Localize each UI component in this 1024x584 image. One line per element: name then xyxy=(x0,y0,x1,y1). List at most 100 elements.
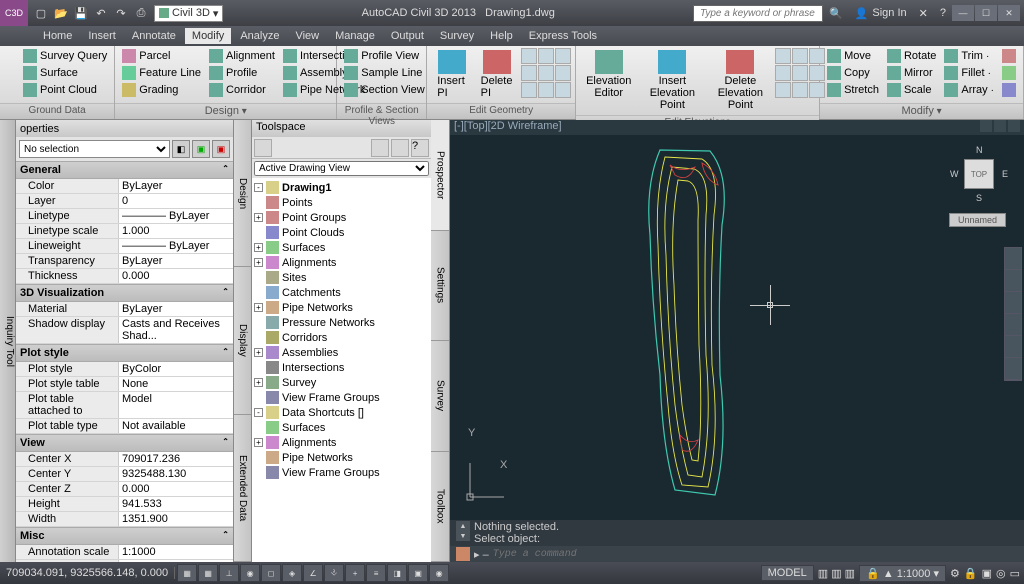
infocenter-search[interactable] xyxy=(693,5,823,22)
elev-tools[interactable] xyxy=(775,48,825,98)
elev-editor-button[interactable]: Elevation Editor xyxy=(580,48,637,101)
ts-help-icon[interactable]: ? xyxy=(411,139,429,157)
sampleline-button[interactable]: Sample Line xyxy=(341,65,427,81)
featureline-button[interactable]: Feature Line xyxy=(119,65,204,81)
ts-btn3[interactable] xyxy=(391,139,409,157)
exchange-icon[interactable]: ✕ xyxy=(919,7,928,20)
expand-icon[interactable]: - xyxy=(254,408,263,417)
tree-node[interactable]: +Alignments xyxy=(254,435,429,450)
surface-button[interactable]: Surface xyxy=(20,65,110,81)
drawing-tree[interactable]: -Drawing1Points+Point GroupsPoint Clouds… xyxy=(252,178,431,562)
lock-icon[interactable]: 🔒 xyxy=(964,567,978,580)
navigation-bar[interactable] xyxy=(1004,247,1022,381)
coordinates[interactable]: 709034.091, 9325566.148, 0.000 xyxy=(0,567,175,579)
expand-icon[interactable]: + xyxy=(254,213,263,222)
parcel-button[interactable]: Parcel xyxy=(119,48,204,64)
selection-dropdown[interactable]: No selection xyxy=(19,140,170,158)
tab-survey[interactable]: Survey xyxy=(433,28,481,44)
tree-node[interactable]: Point Clouds xyxy=(254,225,429,240)
corridor-button[interactable]: Corridor xyxy=(206,82,278,98)
grading-button[interactable]: Grading xyxy=(119,82,204,98)
tree-node[interactable]: View Frame Groups xyxy=(254,390,429,405)
expand-icon[interactable]: + xyxy=(254,348,263,357)
prop-category[interactable]: General⌃ xyxy=(16,161,233,179)
prop-row[interactable]: Linetype scale1.000 xyxy=(16,224,233,239)
scale-button[interactable]: Scale xyxy=(884,82,939,98)
group-modify[interactable]: Modify ▾ xyxy=(820,103,1023,119)
prop-category[interactable]: Plot style⌃ xyxy=(16,344,233,362)
trim-button[interactable]: Trim · xyxy=(941,48,997,64)
ext-tab-extdata[interactable]: Extended Data xyxy=(234,415,251,562)
pickadd-icon[interactable]: ▣ xyxy=(212,140,230,158)
geom-tools[interactable] xyxy=(521,48,571,98)
tpy-toggle[interactable]: ◨ xyxy=(387,564,407,582)
prop-row[interactable]: ColorByLayer xyxy=(16,179,233,194)
prop-row[interactable]: Shadow displayCasts and Receives Shad... xyxy=(16,317,233,344)
ortho-toggle[interactable]: ⊥ xyxy=(219,564,239,582)
viewcube[interactable]: N S E W TOP xyxy=(952,147,1006,201)
ts-btn2[interactable] xyxy=(371,139,389,157)
expand-icon[interactable]: + xyxy=(254,438,263,447)
workspace-icon[interactable]: ⚙ xyxy=(950,567,960,580)
ts-tab-toolbox[interactable]: Toolbox xyxy=(431,452,449,563)
tree-node[interactable]: Surfaces xyxy=(254,420,429,435)
expand-icon[interactable]: + xyxy=(254,303,263,312)
otrack-toggle[interactable]: ∠ xyxy=(303,564,323,582)
tree-node[interactable]: Points xyxy=(254,195,429,210)
prop-category[interactable]: 3D Visualization⌃ xyxy=(16,284,233,302)
ucs-name[interactable]: Unnamed xyxy=(949,213,1006,227)
prop-category[interactable]: Misc⌃ xyxy=(16,527,233,545)
tab-home[interactable]: Home xyxy=(36,28,79,44)
help-icon[interactable]: ? xyxy=(940,7,946,19)
command-input[interactable] xyxy=(493,549,1018,560)
3dosnap-toggle[interactable]: ◈ xyxy=(282,564,302,582)
prop-row[interactable]: Plot table typeNot available xyxy=(16,419,233,434)
tree-node[interactable]: +Pipe Networks xyxy=(254,300,429,315)
layout-icons[interactable]: ▥ ▥ ▥ xyxy=(818,567,855,580)
tree-node[interactable]: +Assemblies xyxy=(254,345,429,360)
tab-view[interactable]: View xyxy=(288,28,326,44)
mirror-button[interactable]: Mirror xyxy=(884,65,939,81)
tab-express[interactable]: Express Tools xyxy=(522,28,604,44)
prop-category[interactable]: View⌃ xyxy=(16,434,233,452)
polar-toggle[interactable]: ◉ xyxy=(240,564,260,582)
search-icon[interactable]: 🔍 xyxy=(829,7,843,20)
deletepi-button[interactable]: Delete PI xyxy=(475,48,519,101)
insertpi-button[interactable]: Insert PI xyxy=(431,48,472,101)
save-icon[interactable]: 💾 xyxy=(72,4,90,22)
signin-button[interactable]: 👤 Sign In xyxy=(855,7,907,20)
isolate-icon[interactable]: ◎ xyxy=(996,567,1006,580)
prop-row[interactable]: Center X709017.236 xyxy=(16,452,233,467)
alignment-button[interactable]: Alignment xyxy=(206,48,278,64)
stretch-button[interactable]: Stretch xyxy=(824,82,882,98)
vp-close-icon[interactable] xyxy=(1008,120,1020,132)
lwt-toggle[interactable]: ≡ xyxy=(366,564,386,582)
tree-node[interactable]: -Data Shortcuts [] xyxy=(254,405,429,420)
prop-row[interactable]: Plot styleByColor xyxy=(16,362,233,377)
ducs-toggle[interactable]: ⎀ xyxy=(324,564,344,582)
ext-tab-design[interactable]: Design xyxy=(234,120,251,267)
prop-row[interactable]: Height941.533 xyxy=(16,497,233,512)
prop-row[interactable]: Annotation scale1:1000 xyxy=(16,545,233,560)
tree-node[interactable]: Pipe Networks xyxy=(254,450,429,465)
minimize-icon[interactable]: — xyxy=(952,5,974,21)
tab-modify[interactable]: Modify xyxy=(185,28,231,44)
ts-tab-prospector[interactable]: Prospector xyxy=(431,120,449,231)
prop-row[interactable]: Width1351.900 xyxy=(16,512,233,527)
expand-icon[interactable]: - xyxy=(254,183,263,192)
prop-row[interactable]: Center Z0.000 xyxy=(16,482,233,497)
profileview-button[interactable]: Profile View xyxy=(341,48,427,64)
dyn-toggle[interactable]: + xyxy=(345,564,365,582)
tree-node[interactable]: Sites xyxy=(254,270,429,285)
osnap-toggle[interactable]: ◻ xyxy=(261,564,281,582)
ts-btn1[interactable] xyxy=(254,139,272,157)
tree-node[interactable]: Corridors xyxy=(254,330,429,345)
drawing-view-dropdown[interactable]: Active Drawing View xyxy=(254,161,429,176)
ts-tab-settings[interactable]: Settings xyxy=(431,231,449,342)
expand-icon[interactable]: + xyxy=(254,243,263,252)
tree-node[interactable]: +Surfaces xyxy=(254,240,429,255)
tab-manage[interactable]: Manage xyxy=(328,28,382,44)
vp-max-icon[interactable] xyxy=(994,120,1006,132)
prop-row[interactable]: Center Y9325488.130 xyxy=(16,467,233,482)
selectobjects-icon[interactable]: ▣ xyxy=(192,140,210,158)
